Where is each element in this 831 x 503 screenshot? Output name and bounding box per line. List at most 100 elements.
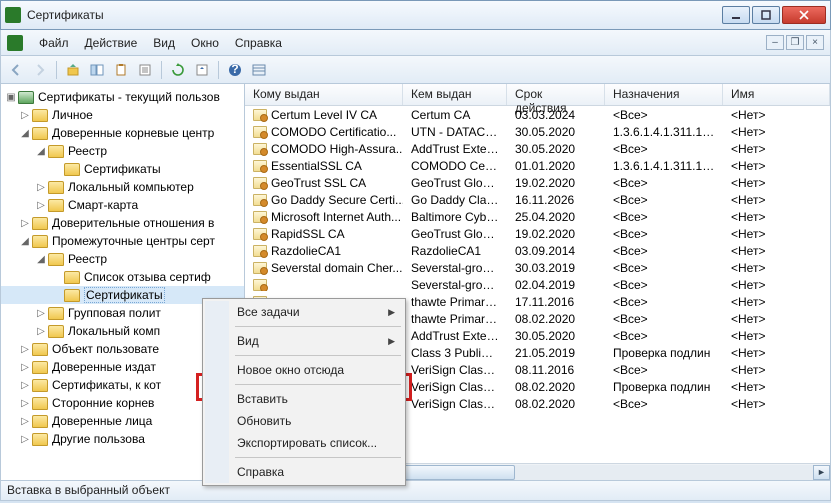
tree-registry-1[interactable]: ◢Реестр: [1, 142, 244, 160]
ctx-help[interactable]: Справка: [205, 461, 403, 483]
up-button[interactable]: [62, 59, 84, 81]
ctx-all-tasks[interactable]: Все задачи▶: [205, 301, 403, 323]
cell-purpose: <Все>: [605, 329, 723, 343]
maximize-button[interactable]: [752, 6, 780, 24]
refresh-button[interactable]: [167, 59, 189, 81]
tree-personal[interactable]: ▷Личное: [1, 106, 244, 124]
tree-certs-1[interactable]: Сертификаты: [1, 160, 244, 178]
list-row[interactable]: RapidSSL CAGeoTrust Globa...19.02.2020<В…: [245, 225, 830, 242]
tree-root[interactable]: ▣Сертификаты - текущий пользов: [1, 88, 244, 106]
export-button[interactable]: [191, 59, 213, 81]
cell-issued-to: Severstal domain Cher...: [271, 261, 402, 275]
cell-expires: 19.02.2020: [507, 227, 605, 241]
cell-issued-by: VeriSign Class 3...: [403, 397, 507, 411]
window-title: Сертификаты: [27, 8, 722, 22]
cell-purpose: <Все>: [605, 142, 723, 156]
column-headers: Кому выдан Кем выдан Срок действия Назна…: [245, 84, 830, 106]
minimize-button[interactable]: [722, 6, 750, 24]
list-row[interactable]: Certum Level IV CACertum CA03.03.2024<Вс…: [245, 106, 830, 123]
mdi-close-button[interactable]: ×: [806, 35, 824, 50]
cell-issued-by: VeriSign Class 3...: [403, 380, 507, 394]
cell-name: <Нет>: [723, 312, 830, 326]
folder-icon: [48, 325, 64, 338]
cell-issued-by: Go Daddy Class...: [403, 193, 507, 207]
tree-trusted-root[interactable]: ◢Доверенные корневые центр: [1, 124, 244, 142]
list-row[interactable]: Go Daddy Secure Certi...Go Daddy Class..…: [245, 191, 830, 208]
close-button[interactable]: [782, 6, 826, 24]
scroll-right-button[interactable]: ►: [813, 465, 830, 480]
mdi-minimize-button[interactable]: ‒: [766, 35, 784, 50]
ctx-export-list[interactable]: Экспортировать список...: [205, 432, 403, 454]
cell-purpose: <Все>: [605, 193, 723, 207]
folder-icon: [48, 253, 64, 266]
cell-issued-to: Go Daddy Secure Certi...: [271, 193, 403, 207]
menu-action[interactable]: Действие: [77, 33, 146, 53]
forward-button[interactable]: [29, 59, 51, 81]
cell-purpose: <Все>: [605, 227, 723, 241]
certificate-icon: [253, 194, 267, 206]
list-row[interactable]: Severstal domain Cher...Severstal-grou..…: [245, 259, 830, 276]
tree-trust-relations[interactable]: ▷Доверительные отношения в: [1, 214, 244, 232]
ctx-new-window[interactable]: Новое окно отсюда: [205, 359, 403, 381]
properties-button[interactable]: [134, 59, 156, 81]
list-row[interactable]: EssentialSSL CACOMODO Certi...01.01.2020…: [245, 157, 830, 174]
mdi-restore-button[interactable]: ❐: [786, 35, 804, 50]
folder-icon: [48, 199, 64, 212]
certificate-icon: [253, 211, 267, 223]
tree-intermediate[interactable]: ◢Промежуточные центры серт: [1, 232, 244, 250]
cell-name: <Нет>: [723, 397, 830, 411]
list-row[interactable]: Severstal-grou...02.04.2019<Все><Нет>: [245, 276, 830, 293]
ctx-paste[interactable]: Вставить: [205, 388, 403, 410]
folder-icon: [32, 415, 48, 428]
menu-help[interactable]: Справка: [227, 33, 290, 53]
cut-button[interactable]: [110, 59, 132, 81]
cell-issued-by: thawte Primary...: [403, 295, 507, 309]
cell-purpose: <Все>: [605, 176, 723, 190]
ctx-view[interactable]: Вид▶: [205, 330, 403, 352]
certificate-icon: [253, 279, 267, 291]
cell-issued-to: RapidSSL CA: [271, 227, 345, 241]
col-issued-to[interactable]: Кому выдан: [245, 84, 403, 105]
menu-file[interactable]: Файл: [31, 33, 77, 53]
menu-window[interactable]: Окно: [183, 33, 227, 53]
cell-purpose: 1.3.6.1.4.1.311.10.3...: [605, 125, 723, 139]
col-issued-by[interactable]: Кем выдан: [403, 84, 507, 105]
app-icon: [5, 7, 21, 23]
back-button[interactable]: [5, 59, 27, 81]
cell-name: <Нет>: [723, 210, 830, 224]
tree-registry-2[interactable]: ◢Реестр: [1, 250, 244, 268]
col-name[interactable]: Имя: [723, 84, 830, 105]
list-row[interactable]: COMODO High-Assura...AddTrust Exter...30…: [245, 140, 830, 157]
help-button[interactable]: ?: [224, 59, 246, 81]
tree-smartcard[interactable]: ▷Смарт-карта: [1, 196, 244, 214]
mmc-icon: [7, 35, 23, 51]
list-row[interactable]: RazdolieCA1RazdolieCA103.09.2014<Все><Не…: [245, 242, 830, 259]
list-row[interactable]: Microsoft Internet Auth...Baltimore Cybe…: [245, 208, 830, 225]
cell-name: <Нет>: [723, 227, 830, 241]
cell-name: <Нет>: [723, 363, 830, 377]
cell-purpose: <Все>: [605, 261, 723, 275]
tree-crl[interactable]: Список отзыва сертиф: [1, 268, 244, 286]
list-row[interactable]: GeoTrust SSL CAGeoTrust Globa...19.02.20…: [245, 174, 830, 191]
cell-issued-by: GeoTrust Globa...: [403, 176, 507, 190]
cell-issued-by: AddTrust Exter...: [403, 142, 507, 156]
tree-local-computer-1[interactable]: ▷Локальный компьютер: [1, 178, 244, 196]
col-expires[interactable]: Срок действия: [507, 84, 605, 105]
folder-icon: [32, 109, 48, 122]
list-row[interactable]: COMODO Certificatio...UTN - DATACo...30.…: [245, 123, 830, 140]
certificate-icon: [253, 126, 267, 138]
folder-icon: [32, 397, 48, 410]
cell-name: <Нет>: [723, 346, 830, 360]
certificate-icon: [253, 160, 267, 172]
details-view-button[interactable]: [248, 59, 270, 81]
show-hide-tree-button[interactable]: [86, 59, 108, 81]
menu-view[interactable]: Вид: [145, 33, 183, 53]
cell-purpose: 1.3.6.1.4.1.311.10.3...: [605, 159, 723, 173]
cell-issued-by: COMODO Certi...: [403, 159, 507, 173]
cell-issued-by: RazdolieCA1: [403, 244, 507, 258]
ctx-refresh[interactable]: Обновить: [205, 410, 403, 432]
folder-icon: [32, 379, 48, 392]
cell-purpose: <Все>: [605, 108, 723, 122]
cell-issued-by: UTN - DATACo...: [403, 125, 507, 139]
col-purpose[interactable]: Назначения: [605, 84, 723, 105]
